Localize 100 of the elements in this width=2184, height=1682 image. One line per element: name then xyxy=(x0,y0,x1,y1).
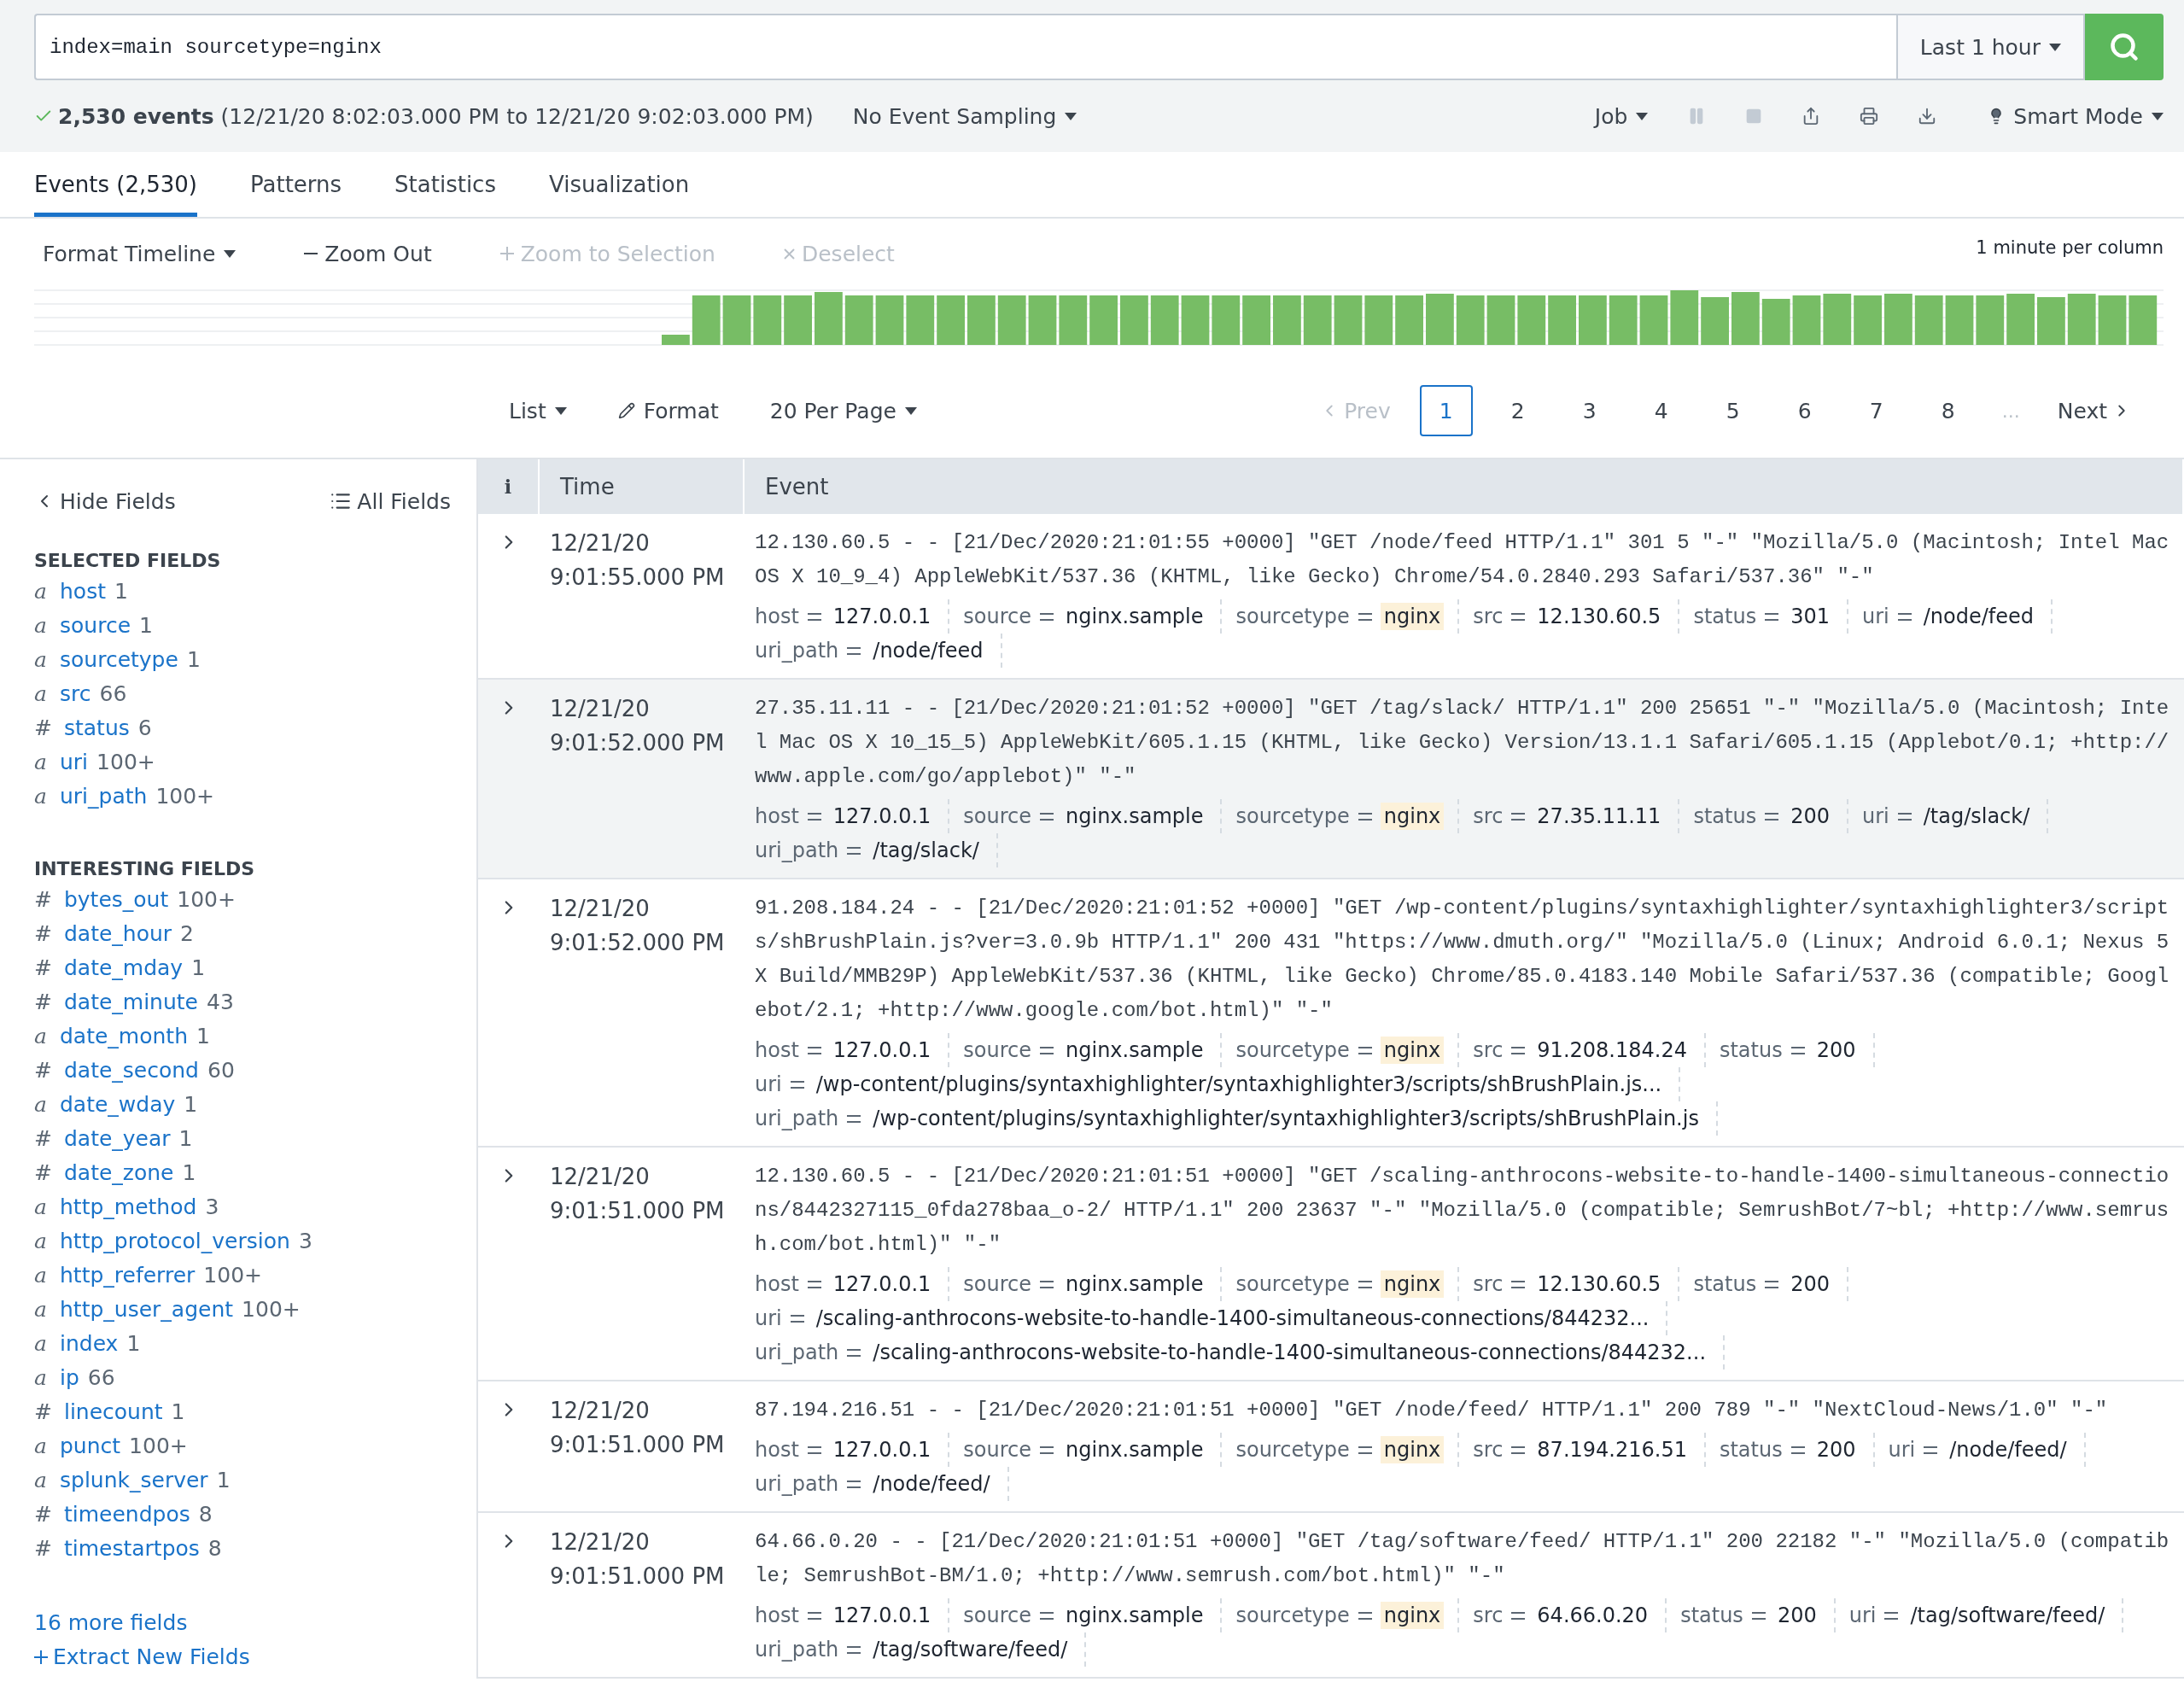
field-link[interactable]: host xyxy=(60,579,106,604)
histogram-bar[interactable] xyxy=(1761,299,1790,345)
histogram-bar[interactable] xyxy=(1273,295,1301,345)
page-button[interactable]: 5 xyxy=(1706,385,1760,436)
field-value[interactable]: 91.208.184.24 xyxy=(1533,1037,1691,1064)
histogram-bar[interactable] xyxy=(1486,295,1515,345)
histogram-bar[interactable] xyxy=(906,295,935,345)
time-range-dropdown[interactable]: Last 1 hour xyxy=(1895,14,2085,80)
histogram-bar[interactable] xyxy=(1303,295,1332,345)
field-value[interactable]: 200 xyxy=(1787,1270,1833,1298)
histogram-bar[interactable] xyxy=(1364,295,1393,345)
timeline-action-button[interactable]: Zoom Out xyxy=(304,241,432,266)
results-tab[interactable]: Patterns xyxy=(250,152,342,217)
histogram-bar[interactable] xyxy=(1517,295,1546,345)
histogram-bar[interactable] xyxy=(844,295,873,345)
field-link[interactable]: linecount xyxy=(63,1399,163,1424)
field-value[interactable]: 127.0.0.1 xyxy=(829,603,935,630)
page-button[interactable]: 6 xyxy=(1778,385,1831,436)
field-value[interactable]: 200 xyxy=(1787,803,1833,830)
results-tab[interactable]: Statistics xyxy=(394,152,496,217)
view-dropdown[interactable]: List xyxy=(509,398,567,423)
per-page-dropdown[interactable]: 20 Per Page xyxy=(769,398,917,423)
histogram-bar[interactable] xyxy=(1701,297,1729,345)
field-value[interactable]: /tag/slack/ xyxy=(1919,803,2034,830)
histogram-bar[interactable] xyxy=(1395,295,1423,345)
field-value[interactable]: nginx.sample xyxy=(1062,1037,1207,1064)
page-button[interactable]: 4 xyxy=(1634,385,1688,436)
field-value[interactable]: nginx.sample xyxy=(1062,1436,1207,1463)
histogram-bar[interactable] xyxy=(1854,295,1882,345)
field-link[interactable]: date_mday xyxy=(63,955,184,980)
histogram-bar[interactable] xyxy=(1639,295,1668,345)
field-link[interactable]: timestartpos xyxy=(63,1536,200,1561)
field-value[interactable]: /wp-content/plugins/syntaxhighlighter/syntaxhighlighter3/scripts/shBrushPlain.js... xyxy=(812,1071,1666,1098)
field-value[interactable]: 12.130.60.5 xyxy=(1533,1270,1665,1298)
field-link[interactable]: src xyxy=(60,681,91,706)
histogram-bar[interactable] xyxy=(1059,295,1088,345)
histogram-bar[interactable] xyxy=(1609,295,1638,345)
format-timeline-dropdown[interactable]: Format Timeline xyxy=(43,241,237,266)
histogram-bar[interactable] xyxy=(875,295,904,345)
page-button[interactable]: 7 xyxy=(1849,385,1903,436)
field-link[interactable]: index xyxy=(60,1331,119,1356)
page-button[interactable]: 3 xyxy=(1562,385,1616,436)
field-value[interactable]: /node/feed xyxy=(869,637,987,664)
field-link[interactable]: date_wday xyxy=(60,1092,176,1117)
histogram-bar[interactable] xyxy=(1334,295,1363,345)
field-link[interactable]: splunk_server xyxy=(60,1468,208,1492)
next-page-button[interactable]: Next xyxy=(2047,398,2141,423)
field-value[interactable]: 12.130.60.5 xyxy=(1533,603,1665,630)
histogram-bar[interactable] xyxy=(1579,295,1607,345)
histogram-bar[interactable] xyxy=(753,295,782,345)
histogram-bar[interactable] xyxy=(1212,295,1241,345)
histogram-bar[interactable] xyxy=(662,335,690,345)
field-link[interactable]: date_month xyxy=(60,1024,188,1048)
hide-fields-button[interactable]: Hide Fields xyxy=(34,488,176,514)
histogram-bar[interactable] xyxy=(1914,295,1943,345)
print-icon[interactable] xyxy=(1860,107,1879,126)
histogram-bar[interactable] xyxy=(997,295,1026,345)
histogram-bar[interactable] xyxy=(1670,290,1699,345)
histogram-bar[interactable] xyxy=(2129,295,2158,345)
histogram-bar[interactable] xyxy=(1792,295,1821,345)
histogram-bar[interactable] xyxy=(692,295,721,345)
format-button[interactable]: Format xyxy=(617,398,719,423)
field-value[interactable]: nginx xyxy=(1380,1436,1445,1463)
field-value[interactable]: 127.0.0.1 xyxy=(829,1270,935,1298)
field-value[interactable]: nginx xyxy=(1380,603,1445,630)
field-link[interactable]: timeendpos xyxy=(63,1502,190,1527)
field-value[interactable]: 200 xyxy=(1813,1436,1860,1463)
field-value[interactable]: /tag/software/feed/ xyxy=(1907,1602,2109,1629)
field-value[interactable]: nginx.sample xyxy=(1062,1270,1207,1298)
page-button[interactable]: 1 xyxy=(1419,385,1473,436)
histogram-bar[interactable] xyxy=(2067,294,2096,345)
histogram-bar[interactable] xyxy=(1181,295,1210,345)
histogram-bar[interactable] xyxy=(1548,295,1576,345)
histogram-bar[interactable] xyxy=(1150,295,1179,345)
sampling-dropdown[interactable]: No Event Sampling xyxy=(852,103,1077,129)
field-link[interactable]: sourcetype xyxy=(60,647,178,672)
all-fields-button[interactable]: All Fields xyxy=(330,488,451,514)
extract-fields-link[interactable]: Extract New Fields xyxy=(34,1644,250,1669)
histogram-bar[interactable] xyxy=(1945,295,1974,345)
histogram-bar[interactable] xyxy=(2098,295,2127,345)
search-query-field[interactable]: index=main sourcetype=nginx xyxy=(34,14,1896,80)
field-value[interactable]: /scaling-anthrocons-website-to-handle-1400-simultaneous-connections/844232... xyxy=(869,1339,1709,1366)
field-value[interactable]: 127.0.0.1 xyxy=(829,803,935,830)
field-link[interactable]: http_user_agent xyxy=(60,1297,234,1322)
field-value[interactable]: /node/feed xyxy=(1919,603,2037,630)
field-value[interactable]: 127.0.0.1 xyxy=(829,1602,935,1629)
field-link[interactable]: ip xyxy=(60,1365,79,1390)
histogram-bar[interactable] xyxy=(1823,294,1852,345)
search-button[interactable] xyxy=(2085,14,2164,80)
field-link[interactable]: uri_path xyxy=(60,784,148,809)
results-tab[interactable]: Visualization xyxy=(548,152,690,217)
field-value[interactable]: /wp-content/plugins/syntaxhighlighter/syntaxhighlighter3/scripts/shBrushPlain.js xyxy=(869,1105,1702,1132)
page-button[interactable]: 2 xyxy=(1491,385,1545,436)
field-link[interactable]: http_protocol_version xyxy=(60,1229,290,1253)
histogram-bar[interactable] xyxy=(1456,295,1485,345)
field-link[interactable]: date_zone xyxy=(63,1160,174,1185)
field-value[interactable]: /tag/slack/ xyxy=(869,837,983,864)
field-link[interactable]: status xyxy=(63,715,130,740)
histogram-bar[interactable] xyxy=(722,295,751,345)
field-value[interactable]: nginx.sample xyxy=(1062,803,1207,830)
